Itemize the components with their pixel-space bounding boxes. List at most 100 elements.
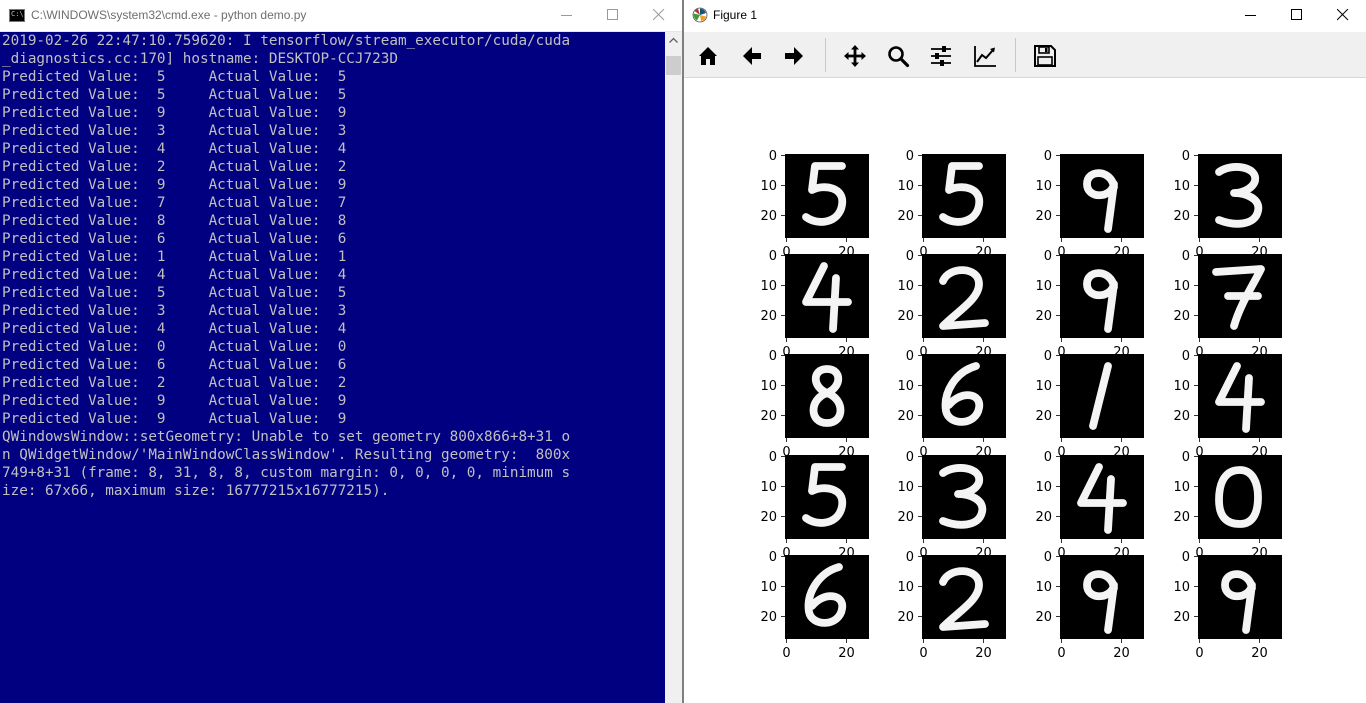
y-tick-label: 10 [1173,179,1190,194]
figure-maximize-button[interactable] [1274,0,1320,31]
y-tick-label: 20 [1173,510,1190,525]
y-tick-label: 20 [1173,610,1190,625]
y-tick-label: 20 [1035,510,1052,525]
back-arrow-icon [743,47,761,65]
y-tick-label: 0 [1182,149,1190,164]
subplots-config-button[interactable] [925,40,957,72]
console-line: Predicted Value: 6 Actual Value: 6 [2,231,347,247]
y-tick-label: 0 [1044,550,1052,565]
y-tick-label: 20 [897,209,914,224]
y-tick-label: 20 [760,409,777,424]
cmd-window-title: C:\WINDOWS\system32\cmd.exe - python dem… [31,8,307,22]
home-icon [699,47,717,65]
pan-button[interactable] [839,40,871,72]
y-tick-label: 10 [760,179,777,194]
console-output[interactable]: 2019-02-26 22:47:10.759620: I tensorflow… [0,32,665,703]
y-tick-label: 0 [906,550,914,565]
y-tick-label: 0 [769,450,777,465]
console-line: Predicted Value: 0 Actual Value: 0 [2,339,347,355]
y-tick-label: 10 [1035,379,1052,394]
y-tick-label: 10 [1035,179,1052,194]
cmd-window[interactable]: C:\ C:\WINDOWS\system32\cmd.exe - python… [0,0,682,703]
cmd-minimize-button[interactable] [544,0,590,31]
console-scrollbar[interactable] [665,32,682,703]
console-line: Predicted Value: 4 Actual Value: 4 [2,267,347,283]
console-line: Predicted Value: 5 Actual Value: 5 [2,285,347,301]
y-tick-label: 10 [760,480,777,495]
x-tick-label: 0 [1057,646,1065,661]
y-tick-label: 20 [1173,309,1190,324]
figure-window-title: Figure 1 [713,8,758,22]
y-tick-label: 20 [1173,409,1190,424]
y-tick-label: 10 [897,179,914,194]
y-tick-label: 0 [906,450,914,465]
forward-arrow-icon [785,47,803,65]
scroll-thumb[interactable] [666,56,681,75]
maximize-icon [1291,9,1302,20]
y-tick-label: 0 [1182,550,1190,565]
y-tick-label: 20 [1035,409,1052,424]
console-line: Predicted Value: 8 Actual Value: 8 [2,213,347,229]
console-line: Predicted Value: 2 Actual Value: 2 [2,375,347,391]
y-tick-label: 10 [1035,279,1052,294]
y-tick-label: 10 [897,379,914,394]
console-line: Predicted Value: 7 Actual Value: 7 [2,195,347,211]
console-line: Predicted Value: 1 Actual Value: 1 [2,249,347,265]
y-tick-label: 20 [1173,209,1190,224]
y-tick-label: 20 [760,510,777,525]
cmd-maximize-button[interactable] [590,0,636,31]
zoom-button[interactable] [882,40,914,72]
figure-window[interactable]: Figure 1 0 10 20 0 20 0 10 20 0 20 0 10 … [684,0,1366,703]
x-tick-label: 20 [975,646,992,661]
cmd-close-button[interactable] [636,0,682,31]
edit-axes-button[interactable] [969,40,1001,72]
y-tick-label: 20 [1035,309,1052,324]
console-line: Predicted Value: 4 Actual Value: 4 [2,141,347,157]
console-line: Predicted Value: 5 Actual Value: 5 [2,69,347,85]
cmd-titlebar[interactable]: C:\ C:\WINDOWS\system32\cmd.exe - python… [0,0,682,32]
zoom-magnifier-icon [888,46,910,68]
edit-axes-lines-icon [974,46,996,67]
y-tick-label: 10 [897,480,914,495]
y-tick-label: 20 [760,610,777,625]
y-tick-label: 10 [1173,480,1190,495]
figure-canvas[interactable]: 0 10 20 0 20 0 10 20 0 20 0 10 20 0 20 0 10 20 0 20 0 10 20 0 20… [684,78,1366,703]
figure-toolbar [684,32,1366,78]
console-lines: 2019-02-26 22:47:10.759620: I tensorflow… [0,32,665,500]
figure-minimize-button[interactable] [1228,0,1274,31]
back-button[interactable] [736,40,768,72]
forward-button[interactable] [778,40,810,72]
scroll-up-button[interactable] [665,32,682,49]
y-tick-label: 10 [1173,279,1190,294]
digit-grid-plot: 0 10 20 0 20 0 10 20 0 20 0 10 20 0 20 0 10 20 0 20 0 10 20 0 20… [760,149,1282,661]
y-tick-label: 10 [897,279,914,294]
console-line: Predicted Value: 2 Actual Value: 2 [2,159,347,175]
y-tick-label: 0 [1044,249,1052,264]
y-tick-label: 20 [897,409,914,424]
y-tick-label: 10 [1173,379,1190,394]
figure-titlebar[interactable]: Figure 1 [684,0,1366,32]
close-icon [1337,9,1349,21]
cmd-app-icon: C:\ [9,9,25,22]
x-tick-label: 20 [1113,646,1130,661]
y-tick-label: 10 [760,379,777,394]
y-tick-label: 0 [769,149,777,164]
pan-move-icon [844,45,866,67]
console-line: Predicted Value: 6 Actual Value: 6 [2,357,347,373]
minimize-icon [1245,15,1256,16]
figure-close-button[interactable] [1320,0,1366,31]
console-line: ize: 67x66, maximum size: 16777215x16777… [2,483,390,499]
y-tick-label: 0 [906,349,914,364]
console-line: 749+8+31 (frame: 8, 31, 8, 8, custom mar… [2,465,571,481]
y-tick-label: 0 [1182,450,1190,465]
toolbar-separator [1015,38,1016,72]
y-tick-label: 0 [1044,450,1052,465]
cmd-app-icon-text: C:\ [11,10,24,18]
save-button[interactable] [1029,40,1061,72]
y-tick-label: 0 [1044,349,1052,364]
console-line: Predicted Value: 5 Actual Value: 5 [2,87,347,103]
save-disk-icon [1034,45,1056,67]
y-tick-label: 10 [897,580,914,595]
home-button[interactable] [692,40,724,72]
toolbar-separator [825,38,826,72]
